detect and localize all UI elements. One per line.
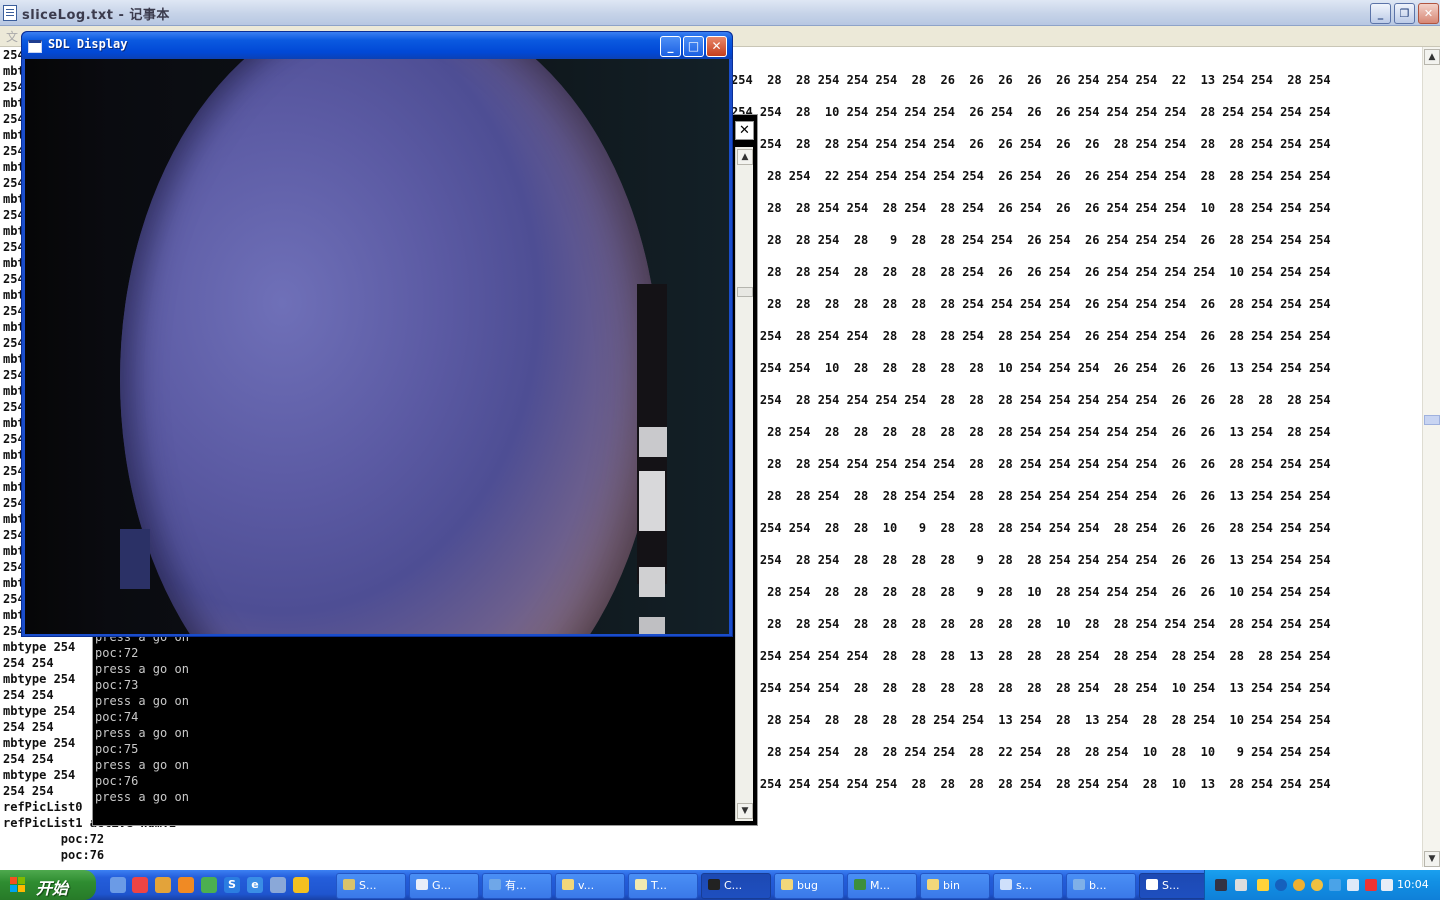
taskbar-button-label: b... bbox=[1089, 879, 1107, 892]
notepad-title-bar[interactable]: sliceLog.txt - 记事本 _ ❐ ✕ bbox=[0, 0, 1440, 26]
taskbar-button-label: 有... bbox=[505, 879, 527, 892]
scroll-up-arrow-icon[interactable]: ▲ bbox=[1424, 49, 1440, 65]
ql-app-icon[interactable] bbox=[270, 877, 286, 893]
scroll-up-arrow-icon[interactable]: ▲ bbox=[737, 149, 753, 165]
window-icon bbox=[1146, 879, 1158, 890]
window-icon bbox=[28, 40, 42, 53]
notepad-title: sliceLog.txt - 记事本 bbox=[22, 8, 170, 23]
taskbar-button[interactable]: M... bbox=[847, 873, 917, 899]
chat-icon bbox=[416, 879, 428, 890]
taskbar-button[interactable]: S... bbox=[336, 873, 406, 899]
taskbar-button[interactable]: 有... bbox=[482, 873, 552, 899]
sdl-title: SDL Display bbox=[48, 37, 128, 51]
folder-icon bbox=[927, 879, 939, 890]
keyboard-icon[interactable] bbox=[1215, 879, 1227, 891]
maximize-button[interactable]: □ bbox=[683, 36, 704, 57]
taskbar-button-label: v... bbox=[578, 879, 595, 892]
start-label: 开始 bbox=[36, 879, 69, 898]
ie-icon[interactable]: e bbox=[247, 877, 263, 893]
moon-image bbox=[120, 59, 660, 634]
desktop-icon[interactable] bbox=[110, 877, 126, 893]
notepad-icon bbox=[3, 5, 17, 21]
artifact-block bbox=[120, 529, 150, 589]
console-scrollbar[interactable]: ▲ ▼ bbox=[735, 147, 753, 821]
taskbar-button-label: G... bbox=[432, 879, 452, 892]
console-icon bbox=[708, 879, 720, 890]
taskbar-button-label: C... bbox=[724, 879, 743, 892]
smiley-icon[interactable] bbox=[1311, 879, 1323, 891]
ime-icon[interactable] bbox=[1257, 879, 1269, 891]
taskbar-button-label: T... bbox=[651, 879, 667, 892]
taskbar-button-label: S... bbox=[1162, 879, 1180, 892]
browser-icon bbox=[1073, 879, 1085, 890]
scroll-thumb[interactable] bbox=[737, 287, 753, 297]
scroll-down-arrow-icon[interactable]: ▼ bbox=[1424, 851, 1440, 867]
security-icon[interactable] bbox=[1365, 879, 1377, 891]
minimize-button[interactable]: _ bbox=[660, 36, 681, 57]
taskbar-button[interactable]: bin bbox=[920, 873, 990, 899]
pen-icon[interactable] bbox=[1235, 879, 1247, 891]
taskbar-button[interactable]: T... bbox=[628, 873, 698, 899]
scroll-down-arrow-icon[interactable]: ▼ bbox=[737, 803, 753, 819]
close-button[interactable]: ✕ bbox=[706, 36, 727, 57]
taskbar-button-label: s... bbox=[1016, 879, 1033, 892]
editor-icon bbox=[635, 879, 647, 890]
scroll-thumb[interactable] bbox=[1424, 415, 1440, 425]
video-frame[interactable] bbox=[25, 59, 729, 634]
menu-file[interactable]: 文 bbox=[6, 28, 18, 45]
console-output: press a go on poc:72 press a go on poc:7… bbox=[95, 630, 189, 804]
taskbar-button[interactable]: C... bbox=[701, 873, 771, 899]
folder-icon bbox=[781, 879, 793, 890]
taskbar-button[interactable]: b... bbox=[1066, 873, 1136, 899]
system-tray: 10:04 bbox=[1204, 870, 1440, 900]
start-button[interactable]: 开始 bbox=[0, 870, 96, 900]
artifact-block bbox=[639, 617, 665, 634]
artifact-block bbox=[639, 471, 665, 531]
dictionary-icon bbox=[489, 879, 501, 890]
ql-app-icon[interactable] bbox=[132, 877, 148, 893]
minimize-button[interactable]: _ bbox=[1370, 3, 1391, 24]
notepad-icon bbox=[1000, 879, 1012, 890]
log-text-right: 254 28 28 254 254 254 28 26 26 26 26 26 … bbox=[731, 73, 1331, 791]
taskbar: 开始 S e S... G... 有... v... T... C... bug M... bi… bbox=[0, 870, 1440, 900]
volume-icon[interactable] bbox=[1381, 879, 1393, 891]
sdl-display-window[interactable]: SDL Display _ □ ✕ bbox=[21, 31, 733, 637]
chevron-left-icon[interactable] bbox=[1275, 879, 1287, 891]
artifact-block bbox=[639, 567, 665, 597]
notepad-scrollbar[interactable]: ▲ ▼ bbox=[1422, 47, 1440, 867]
folder-icon bbox=[562, 879, 574, 890]
taskbar-button-label: M... bbox=[870, 879, 890, 892]
app-icon bbox=[343, 879, 355, 890]
clock: 10:04 bbox=[1397, 878, 1429, 891]
excel-icon bbox=[854, 879, 866, 890]
close-button[interactable]: ✕ bbox=[1418, 3, 1439, 24]
taskbar-button-label: bin bbox=[943, 879, 961, 892]
taskbar-button-label: S... bbox=[359, 879, 377, 892]
sdl-title-bar[interactable]: SDL Display _ □ ✕ bbox=[22, 32, 732, 59]
ql-app-icon[interactable] bbox=[293, 877, 309, 893]
close-icon[interactable]: ✕ bbox=[735, 121, 754, 140]
firefox-icon[interactable] bbox=[178, 877, 194, 893]
windows-flag-icon bbox=[10, 877, 26, 893]
taskbar-button[interactable]: s... bbox=[993, 873, 1063, 899]
taskbar-button[interactable]: v... bbox=[555, 873, 625, 899]
maximize-button[interactable]: ❐ bbox=[1394, 3, 1415, 24]
ql-app-icon[interactable] bbox=[155, 877, 171, 893]
network-icon[interactable] bbox=[1329, 879, 1341, 891]
speech-icon[interactable] bbox=[1347, 879, 1359, 891]
taskbar-button[interactable]: S... bbox=[1139, 873, 1209, 899]
taskbar-button[interactable]: bug bbox=[774, 873, 844, 899]
skype-icon[interactable]: S bbox=[224, 877, 240, 893]
qq-icon[interactable] bbox=[1293, 879, 1305, 891]
chrome-icon[interactable] bbox=[201, 877, 217, 893]
taskbar-button-label: bug bbox=[797, 879, 818, 892]
artifact-block bbox=[639, 427, 667, 457]
taskbar-button[interactable]: G... bbox=[409, 873, 479, 899]
